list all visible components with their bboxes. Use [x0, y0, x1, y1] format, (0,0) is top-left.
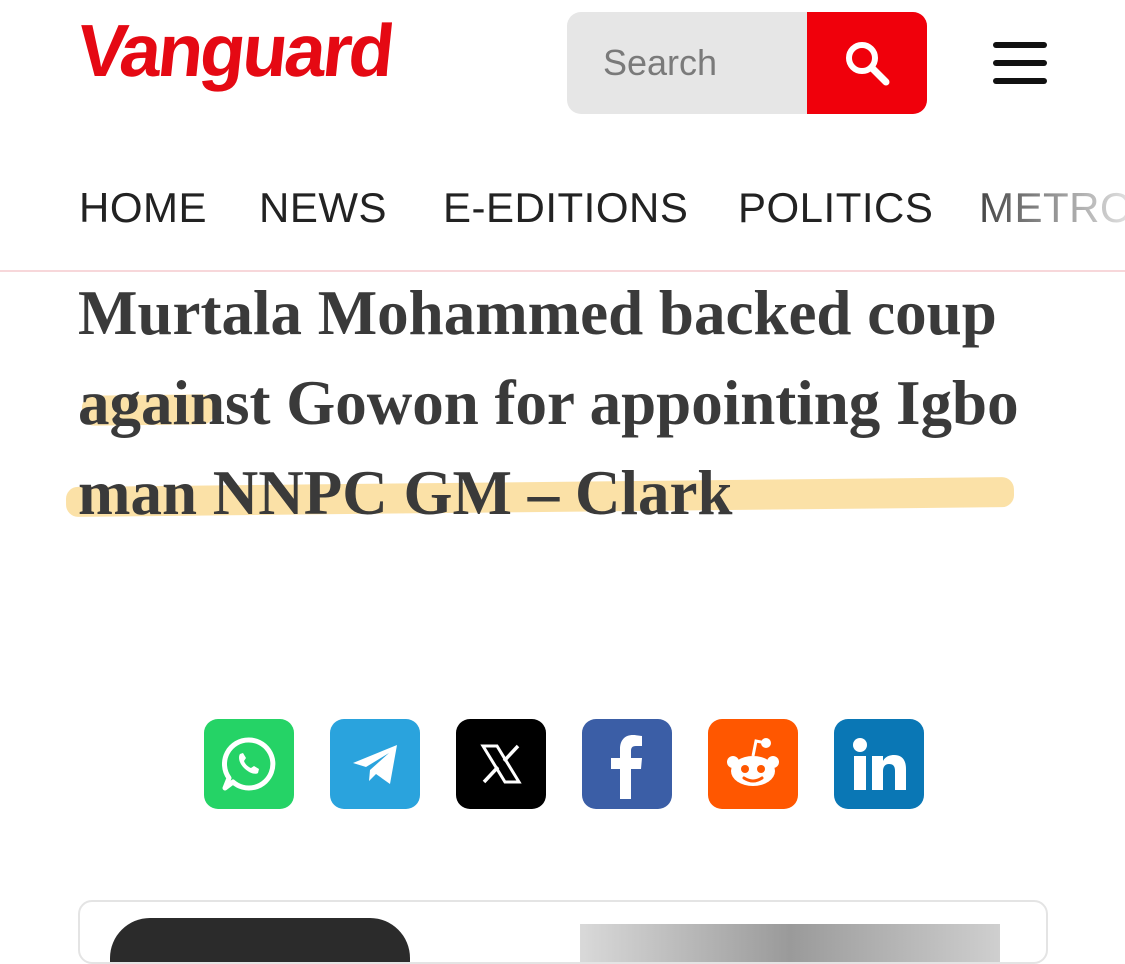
telegram-share-button[interactable] [330, 719, 420, 809]
nav-item-politics[interactable]: POLITICS [738, 184, 933, 232]
search-input[interactable] [567, 12, 807, 114]
reddit-share-button[interactable] [708, 719, 798, 809]
article-photo-right [580, 924, 1000, 962]
nav-item-metro[interactable]: METRO [979, 184, 1125, 232]
search-button[interactable] [807, 12, 927, 114]
site-logo[interactable]: Vanguard [74, 9, 396, 92]
x-icon [480, 744, 522, 784]
article-title: Murtala Mohammed backed coup against Gow… [78, 278, 1019, 528]
whatsapp-icon [221, 737, 276, 791]
nav-item-home[interactable]: HOME [79, 184, 207, 232]
linkedin-icon [853, 738, 906, 790]
facebook-icon [611, 735, 642, 799]
site-header: Vanguard [0, 0, 1125, 130]
nav-item-news[interactable]: NEWS [259, 184, 387, 232]
x-share-button[interactable] [456, 719, 546, 809]
hamburger-menu-icon[interactable] [990, 42, 1050, 84]
article-image-card [78, 900, 1048, 964]
nav-item-e-editions[interactable]: E-EDITIONS [443, 184, 688, 232]
linkedin-share-button[interactable] [834, 719, 924, 809]
whatsapp-share-button[interactable] [204, 719, 294, 809]
reddit-icon [727, 738, 779, 786]
main-nav: HOME NEWS E-EDITIONS POLITICS METRO [0, 140, 1125, 272]
search-icon [846, 42, 890, 86]
article-photo-left [110, 918, 410, 962]
search-bar [567, 12, 927, 114]
facebook-share-button[interactable] [582, 719, 672, 809]
telegram-icon [353, 745, 397, 784]
